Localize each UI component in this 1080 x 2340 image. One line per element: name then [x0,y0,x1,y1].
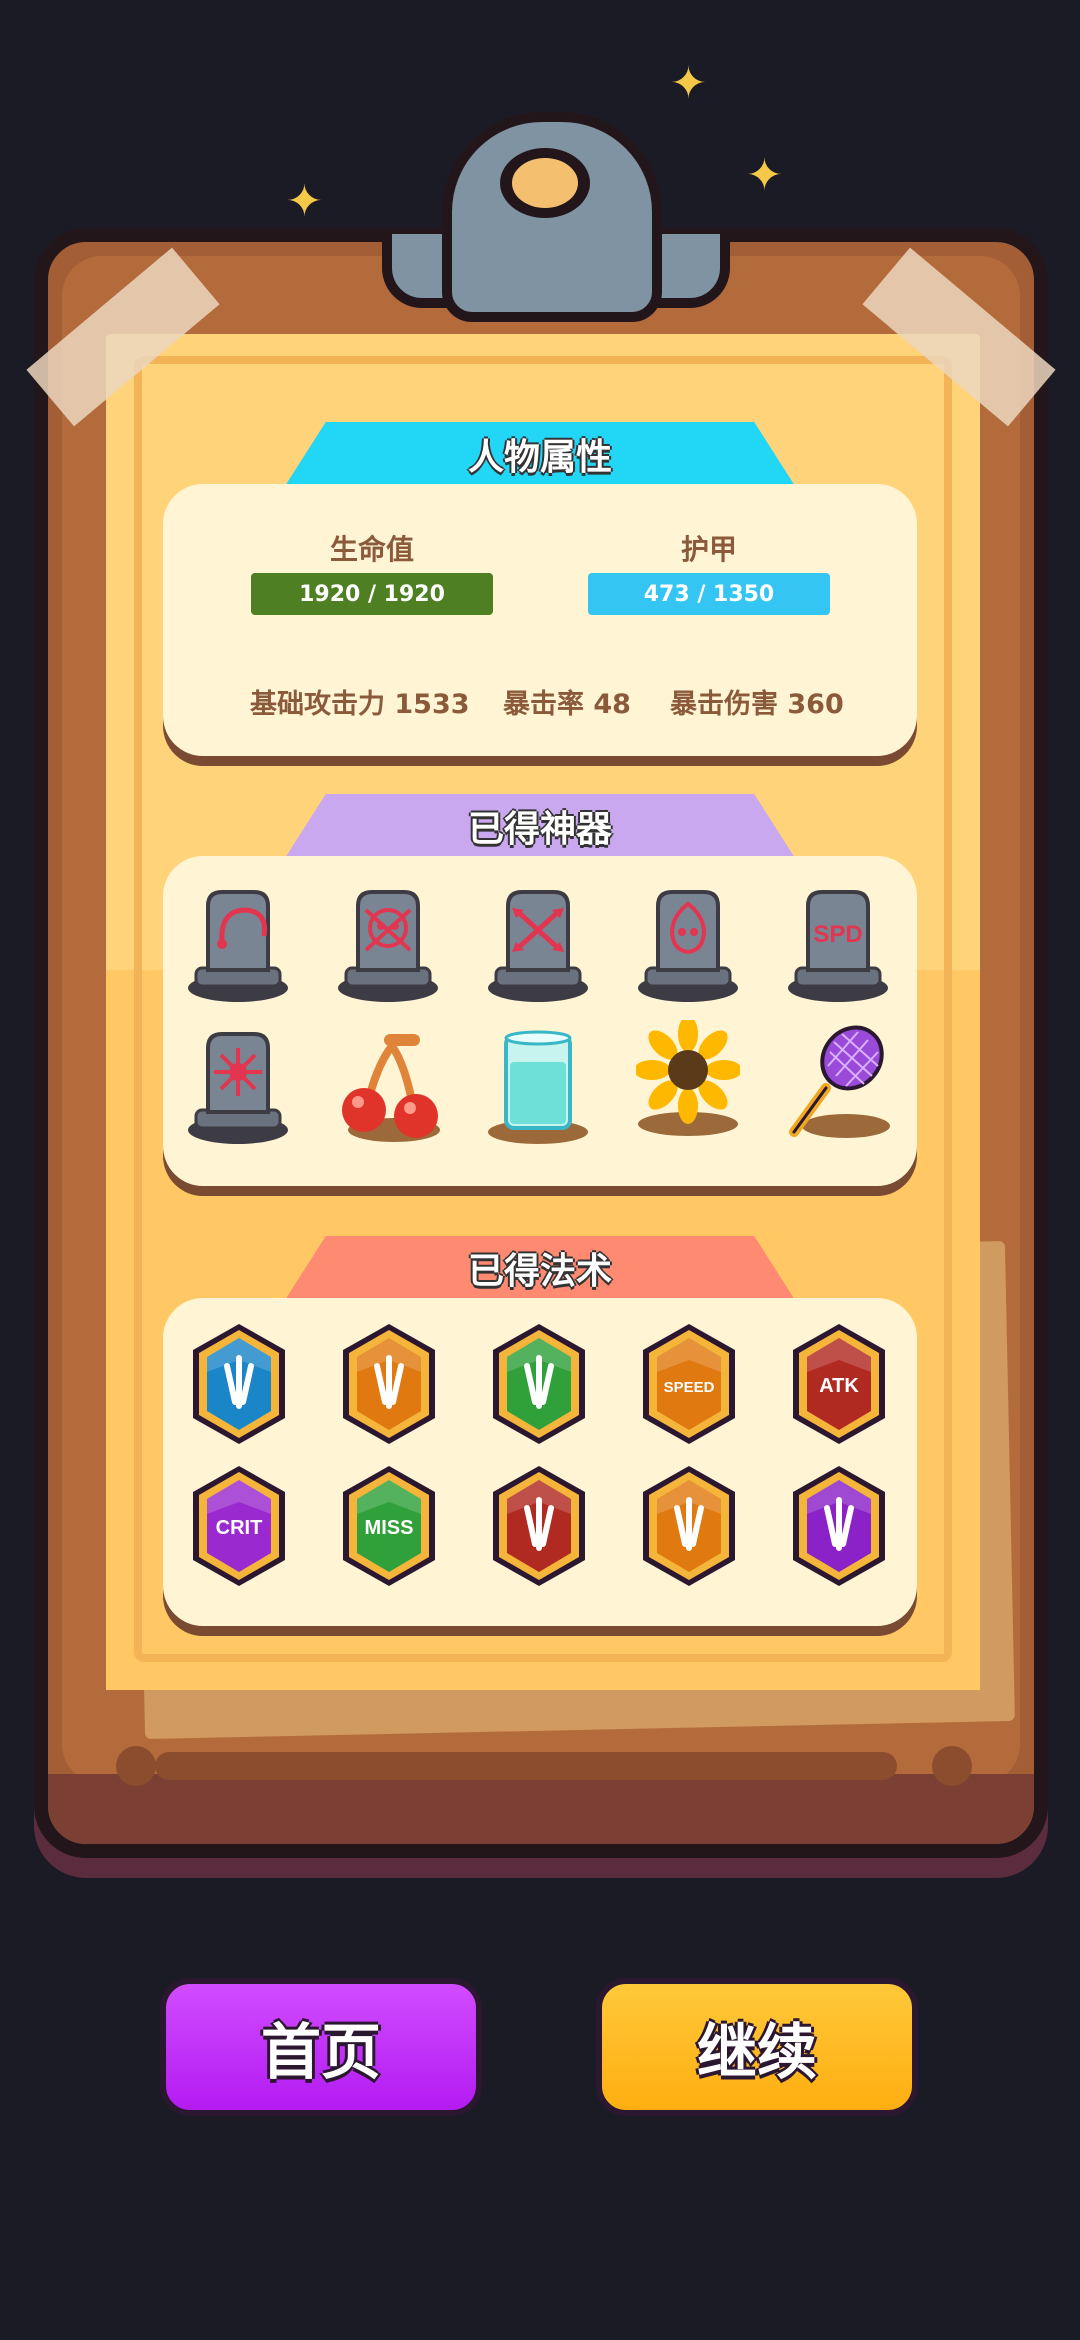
spell-item[interactable]: MISS [341,1464,437,1588]
artifact-item[interactable]: SPD [786,884,890,1004]
artifact-item[interactable] [186,884,290,1004]
artifact-item[interactable] [636,884,740,1004]
spell-item[interactable] [641,1464,737,1588]
clipboard-rivet [932,1746,972,1786]
tombstone-fire-skull-icon [638,890,738,1002]
artifact-item[interactable] [486,1026,590,1146]
tombstone-skull-icon [338,890,438,1002]
continue-button[interactable]: 继续 [596,1978,918,2116]
artifact-item[interactable] [634,1016,742,1140]
svg-text:ATK: ATK [819,1375,859,1397]
svg-text:CRIT: CRIT [216,1517,263,1539]
spell-crit-icon: CRIT [193,1466,285,1586]
svg-text:SPD: SPD [813,921,862,948]
result-screen: { "attributes": { "title": "人物属性", "hp_l… [0,0,1080,2340]
hp-label: 生命值 [329,533,414,566]
svg-text:MISS: MISS [365,1517,414,1539]
spell-item[interactable] [491,1464,587,1588]
spell-item[interactable] [191,1322,287,1446]
spell-orange-burst-icon [343,1324,435,1444]
spell-item[interactable] [341,1322,437,1446]
armor-bar: 473 / 1350 [588,573,830,615]
hp-bar: 1920 / 1920 [251,573,493,615]
spell-purple-missile-icon [793,1466,885,1586]
spells-header: 已得法术 [285,1236,795,1300]
clipboard-slot [155,1752,897,1780]
spell-green-skull-icon [493,1324,585,1444]
spell-blue-beam-icon [193,1324,285,1444]
artifact-item[interactable] [786,1022,890,1142]
spell-swords-icon [643,1466,735,1586]
spell-red-missile-icon [493,1466,585,1586]
artifact-item[interactable] [336,884,440,1004]
spell-item[interactable] [791,1464,887,1588]
sparkle-icon: ✦ [746,150,783,201]
water-glass-icon [488,1030,588,1144]
home-button[interactable]: 首页 [160,1978,482,2116]
artifact-item[interactable] [186,1026,290,1146]
tombstone-hook-icon [188,890,288,1002]
artifact-item[interactable] [336,1026,440,1146]
spell-speed-icon: SPEED [643,1324,735,1444]
crit-damage-stat: 暴击伤害 360 [670,689,844,720]
sparkle-icon: ✦ [286,176,323,227]
cherry-icon [342,1034,440,1142]
tombstone-speed-icon: SPD [788,890,888,1002]
tombstone-arrows-icon [488,890,588,1002]
clipboard-rivet [116,1746,156,1786]
spell-atk-icon: ATK [793,1324,885,1444]
spell-item[interactable]: SPEED [641,1322,737,1446]
sparkle-icon: ✦ [670,58,707,109]
spell-item[interactable]: ATK [791,1322,887,1446]
spell-miss-icon: MISS [343,1466,435,1586]
sunflower-icon [634,1016,742,1136]
svg-text:SPEED: SPEED [664,1379,715,1396]
armor-label: 护甲 [680,533,737,566]
attributes-header: 人物属性 [285,422,795,486]
crit-rate-stat: 暴击率 48 [503,689,631,720]
base-attack-stat: 基础攻击力 1533 [250,689,470,720]
spell-item[interactable]: CRIT [191,1464,287,1588]
artifact-item[interactable] [486,884,590,1004]
racket-icon [789,1025,890,1138]
artifacts-header: 已得神器 [285,794,795,858]
spell-item[interactable] [491,1322,587,1446]
tombstone-burst-icon [188,1032,288,1144]
